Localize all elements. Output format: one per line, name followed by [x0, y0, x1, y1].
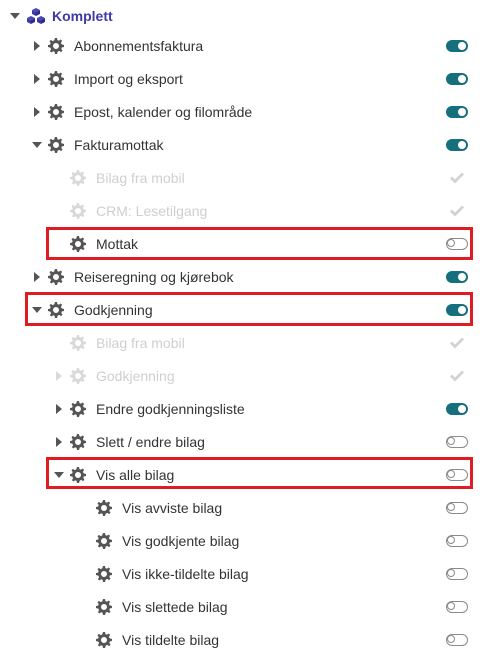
tree-item[interactable]: Mottak — [0, 227, 497, 260]
tree-item-label: Slett / endre bilag — [96, 433, 205, 450]
tree-item-label: Abonnementsfaktura — [74, 37, 204, 54]
gear-icon — [48, 70, 64, 87]
tree-item-label: Reiseregning og kjørebok — [74, 268, 234, 285]
cubes-icon — [26, 7, 46, 25]
tree-item[interactable]: Import og eksport — [0, 62, 497, 95]
toggle-off[interactable] — [446, 633, 468, 646]
toggle-on[interactable] — [446, 72, 468, 85]
tree-item[interactable]: Vis tildelte bilag — [0, 623, 497, 656]
caret-right-icon[interactable] — [32, 73, 42, 84]
tree-item[interactable]: Vis godkjente bilag — [0, 524, 497, 557]
tree-item[interactable]: Godkjenning — [0, 359, 497, 392]
tree-item-label: Vis avviste bilag — [122, 499, 223, 516]
tree-item[interactable]: Bilag fra mobil — [0, 161, 497, 194]
gear-icon — [70, 466, 86, 483]
toggle-off[interactable] — [446, 567, 468, 580]
gear-icon — [48, 301, 64, 318]
checkmark-icon — [449, 368, 465, 384]
root-label: Komplett — [52, 7, 113, 24]
caret-right-icon[interactable] — [54, 436, 64, 447]
gear-icon — [96, 565, 112, 582]
tree-item-label: Vis alle bilag — [96, 466, 175, 483]
tree-item[interactable]: Godkjenning — [0, 293, 497, 326]
tree-item-label: Bilag fra mobil — [96, 334, 185, 351]
tree-item-label: Vis ikke-tildelte bilag — [122, 565, 249, 582]
gear-icon — [70, 334, 86, 351]
tree-item[interactable]: Vis ikke-tildelte bilag — [0, 557, 497, 590]
caret-down-icon[interactable] — [10, 11, 20, 21]
checkmark-icon — [449, 203, 465, 219]
tree-item[interactable]: Fakturamottak — [0, 128, 497, 161]
tree-item[interactable]: Reiseregning og kjørebok — [0, 260, 497, 293]
gear-icon — [70, 400, 86, 417]
tree-item-label: Epost, kalender og filområde — [74, 103, 253, 120]
tree-item[interactable]: Vis avviste bilag — [0, 491, 497, 524]
toggle-on[interactable] — [446, 303, 468, 316]
tree-root[interactable]: Komplett — [0, 0, 497, 32]
tree-item-label: Import og eksport — [74, 70, 183, 87]
toggle-on[interactable] — [446, 270, 468, 283]
tree-item-label: Godkjenning — [96, 367, 175, 384]
tree-item-label: Endre godkjenningsliste — [96, 400, 245, 417]
toggle-off[interactable] — [446, 534, 468, 547]
toggle-on[interactable] — [446, 39, 468, 52]
tree-item[interactable]: Endre godkjenningsliste — [0, 392, 497, 425]
toggle-off[interactable] — [446, 600, 468, 613]
tree-item-label: Vis godkjente bilag — [122, 532, 240, 549]
tree-item-label: Vis slettede bilag — [122, 598, 228, 615]
tree-item[interactable]: Bilag fra mobil — [0, 326, 497, 359]
toggle-off[interactable] — [446, 501, 468, 514]
toggle-off[interactable] — [446, 435, 468, 448]
gear-icon — [70, 202, 86, 219]
gear-icon — [96, 499, 112, 516]
gear-icon — [96, 631, 112, 648]
gear-icon — [48, 268, 64, 285]
caret-down-icon[interactable] — [32, 305, 42, 315]
gear-icon — [48, 103, 64, 120]
checkmark-icon — [449, 170, 465, 186]
caret-right-icon[interactable] — [32, 40, 42, 51]
tree-item[interactable]: Slett / endre bilag — [0, 425, 497, 458]
caret-down-icon[interactable] — [32, 140, 42, 150]
gear-icon — [70, 433, 86, 450]
checkmark-icon — [449, 335, 465, 351]
gear-icon — [70, 235, 86, 252]
toggle-off[interactable] — [446, 468, 468, 481]
toggle-on[interactable] — [446, 402, 468, 415]
toggle-off[interactable] — [446, 237, 468, 250]
gear-icon — [70, 367, 86, 384]
tree-item-label: Bilag fra mobil — [96, 169, 185, 186]
tree-item[interactable]: Vis alle bilag — [0, 458, 497, 491]
tree-item[interactable]: Epost, kalender og filområde — [0, 95, 497, 128]
tree-item-label: CRM: Lesetilgang — [96, 202, 208, 219]
gear-icon — [96, 598, 112, 615]
tree-item-label: Vis tildelte bilag — [122, 631, 220, 648]
tree-item[interactable]: Abonnementsfaktura — [0, 29, 497, 62]
tree-item-label: Godkjenning — [74, 301, 153, 318]
caret-right-icon[interactable] — [32, 271, 42, 282]
caret-right-icon[interactable] — [54, 403, 64, 414]
caret-down-icon[interactable] — [54, 470, 64, 480]
tree-item[interactable]: CRM: Lesetilgang — [0, 194, 497, 227]
toggle-on[interactable] — [446, 138, 468, 151]
tree-item-label: Mottak — [96, 235, 139, 252]
gear-icon — [48, 136, 64, 153]
gear-icon — [70, 169, 86, 186]
gear-icon — [96, 532, 112, 549]
tree-item[interactable]: Vis slettede bilag — [0, 590, 497, 623]
caret-right-icon[interactable] — [32, 106, 42, 117]
gear-icon — [48, 37, 64, 54]
tree-item-label: Fakturamottak — [74, 136, 164, 153]
toggle-on[interactable] — [446, 105, 468, 118]
caret-right-icon[interactable] — [54, 370, 64, 381]
